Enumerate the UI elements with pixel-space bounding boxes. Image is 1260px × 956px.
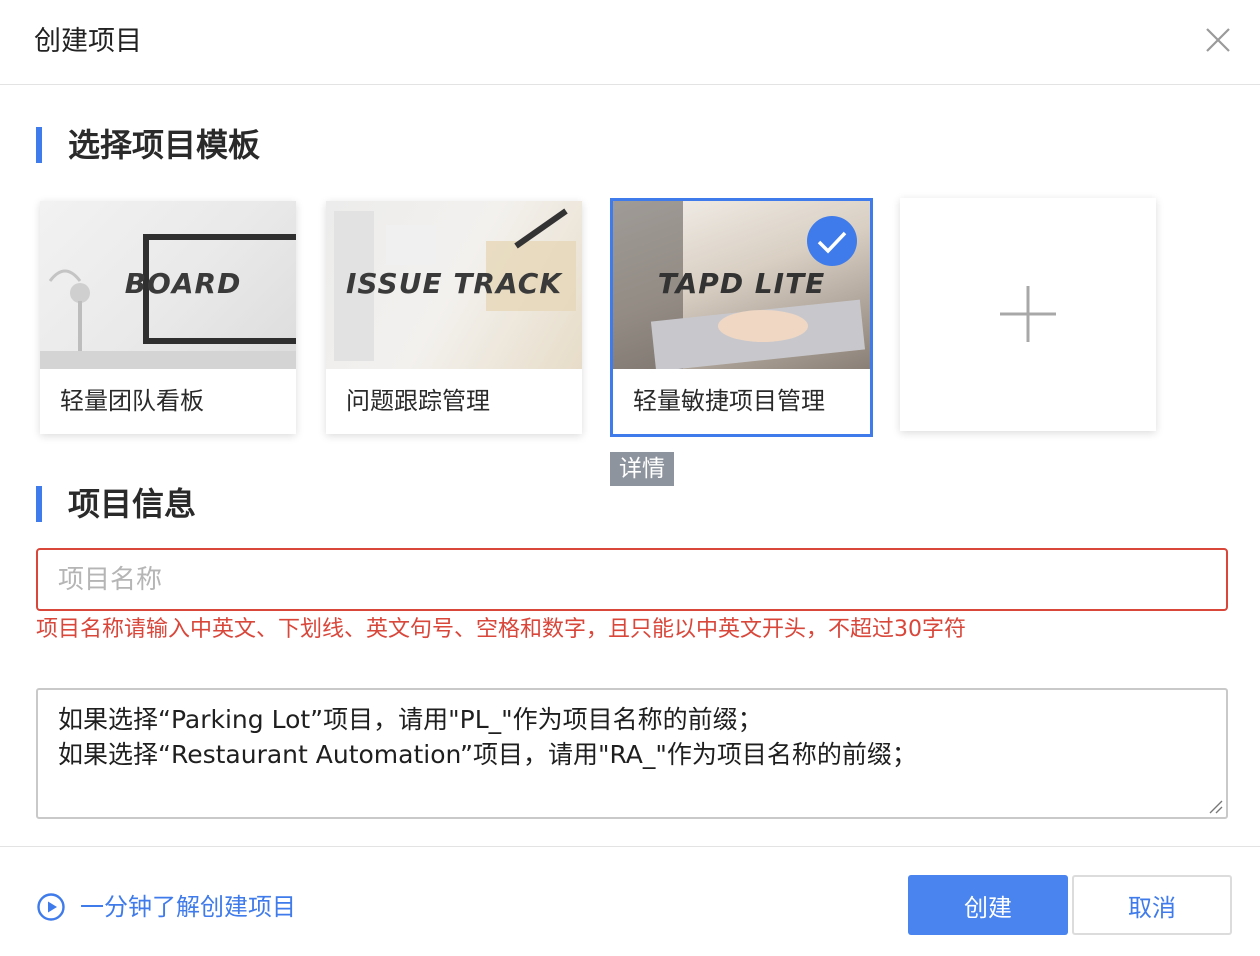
template-card-tapd-lite[interactable]: TAPD LITE 轻量敏捷项目管理 [610,198,873,437]
template-image-board: BOARD [40,201,296,369]
close-icon[interactable] [1200,22,1236,58]
hint-line: 如果选择“Restaurant Automation”项目，请用"RA_"作为项… [58,740,917,769]
section-accent-bar [36,486,42,522]
template-card-issue-track[interactable]: ISSUE TRACK 问题跟踪管理 [326,201,582,434]
project-name-error: 项目名称请输入中英文、下划线、英文句号、空格和数字，且只能以中英文开头，不超过3… [36,617,966,642]
template-card-board[interactable]: BOARD 轻量团队看板 [40,201,296,434]
resize-handle-icon[interactable] [1207,798,1223,814]
info-section-heading: 项目信息 [36,484,196,524]
create-project-dialog: 创建项目 选择项目模板 BOARD 轻量团队看板 ISSUE TRACK 问题跟… [0,0,1260,956]
template-image-issue-track: ISSUE TRACK [326,201,582,369]
template-image-tapd-lite: TAPD LITE [613,201,870,369]
template-label: 问题跟踪管理 [346,387,490,415]
cancel-button[interactable]: 取消 [1072,875,1232,935]
template-image-caption: BOARD [124,267,242,300]
info-section-title: 项目信息 [68,485,197,523]
learn-create-project-link[interactable]: 一分钟了解创建项目 [36,891,296,923]
create-button[interactable]: 创建 [908,875,1068,935]
template-label: 轻量敏捷项目管理 [633,387,825,415]
hint-line: 如果选择“Parking Lot”项目，请用"PL_"作为项目名称的前缀； [58,705,763,734]
section-accent-bar [36,127,42,163]
template-image-caption: ISSUE TRACK [345,267,563,300]
project-name-input[interactable] [36,548,1228,611]
template-detail-link[interactable]: 详情 [610,452,674,486]
dialog-header: 创建项目 [0,0,1260,85]
template-image-caption: TAPD LITE [657,267,826,300]
selected-check-icon [807,216,857,266]
add-template-card[interactable] [900,198,1156,431]
template-section-heading: 选择项目模板 [36,125,260,165]
dialog-footer: 一分钟了解创建项目 创建 取消 [0,846,1260,956]
plus-icon [1000,286,1056,342]
dialog-title: 创建项目 [34,26,142,57]
learn-link-label: 一分钟了解创建项目 [80,893,296,921]
play-circle-icon [37,893,65,921]
project-hint-textarea[interactable]: 如果选择“Parking Lot”项目，请用"PL_"作为项目名称的前缀； 如果… [36,688,1228,819]
template-label: 轻量团队看板 [60,387,204,415]
template-section-title: 选择项目模板 [68,126,261,164]
